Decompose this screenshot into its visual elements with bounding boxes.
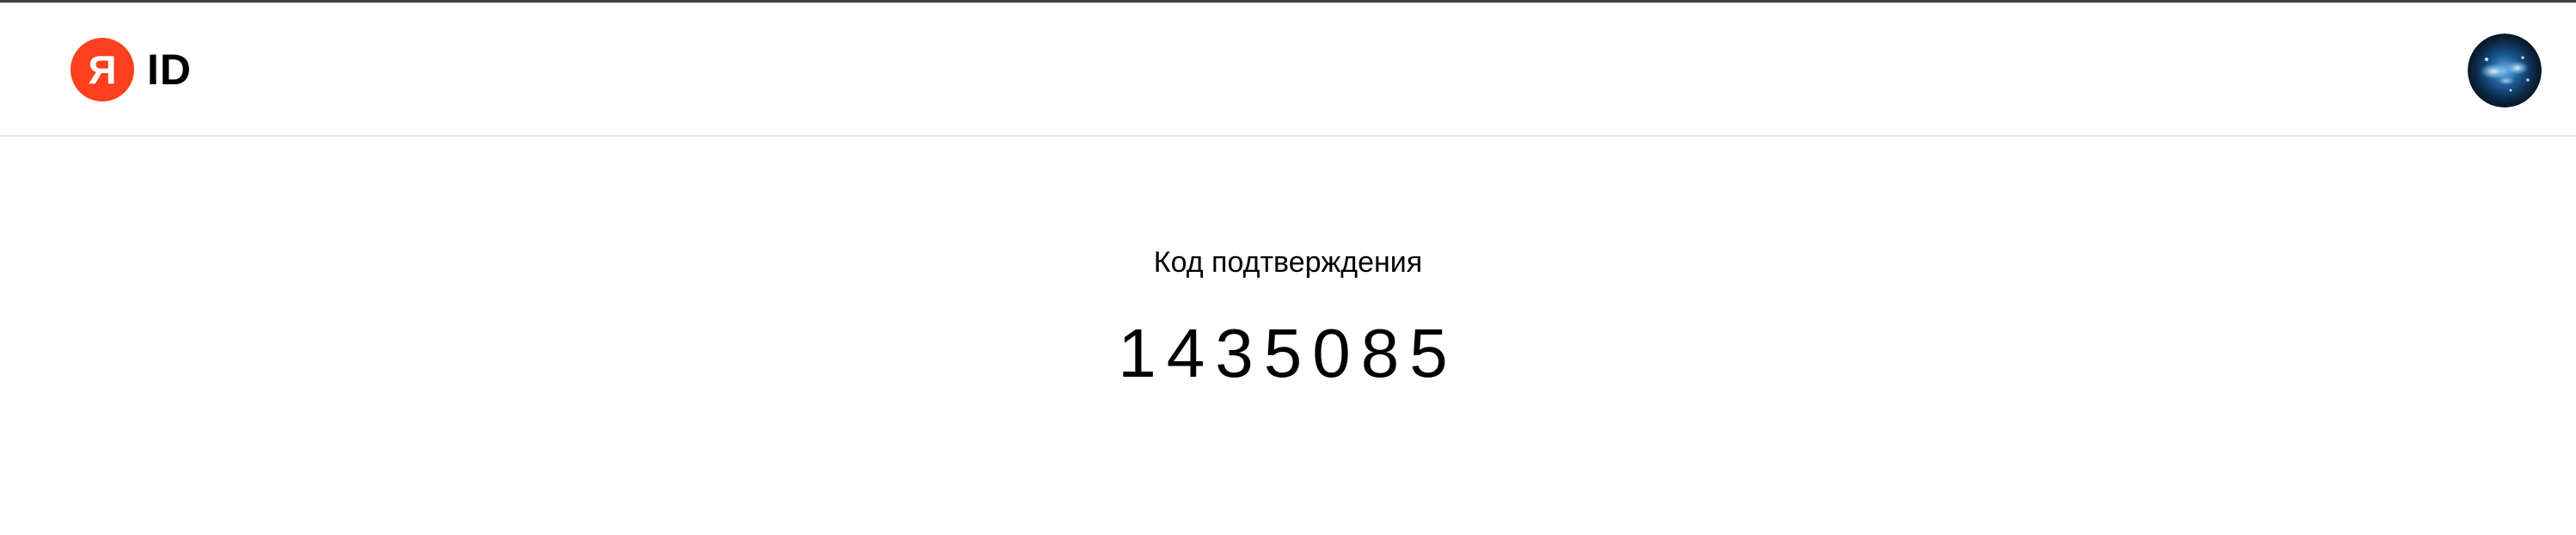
main-content: Код подтверждения 1435085 bbox=[0, 137, 2576, 535]
avatar-image bbox=[2468, 34, 2542, 108]
yandex-logo-icon: Я bbox=[71, 38, 134, 101]
header: Я ID bbox=[0, 3, 2576, 137]
confirmation-code-value: 1435085 bbox=[1118, 315, 1458, 391]
logo-id-text: ID bbox=[147, 46, 192, 94]
user-avatar[interactable] bbox=[2468, 34, 2542, 108]
confirmation-code-label: Код подтверждения bbox=[1153, 246, 1423, 279]
yandex-id-logo[interactable]: Я ID bbox=[71, 37, 192, 102]
